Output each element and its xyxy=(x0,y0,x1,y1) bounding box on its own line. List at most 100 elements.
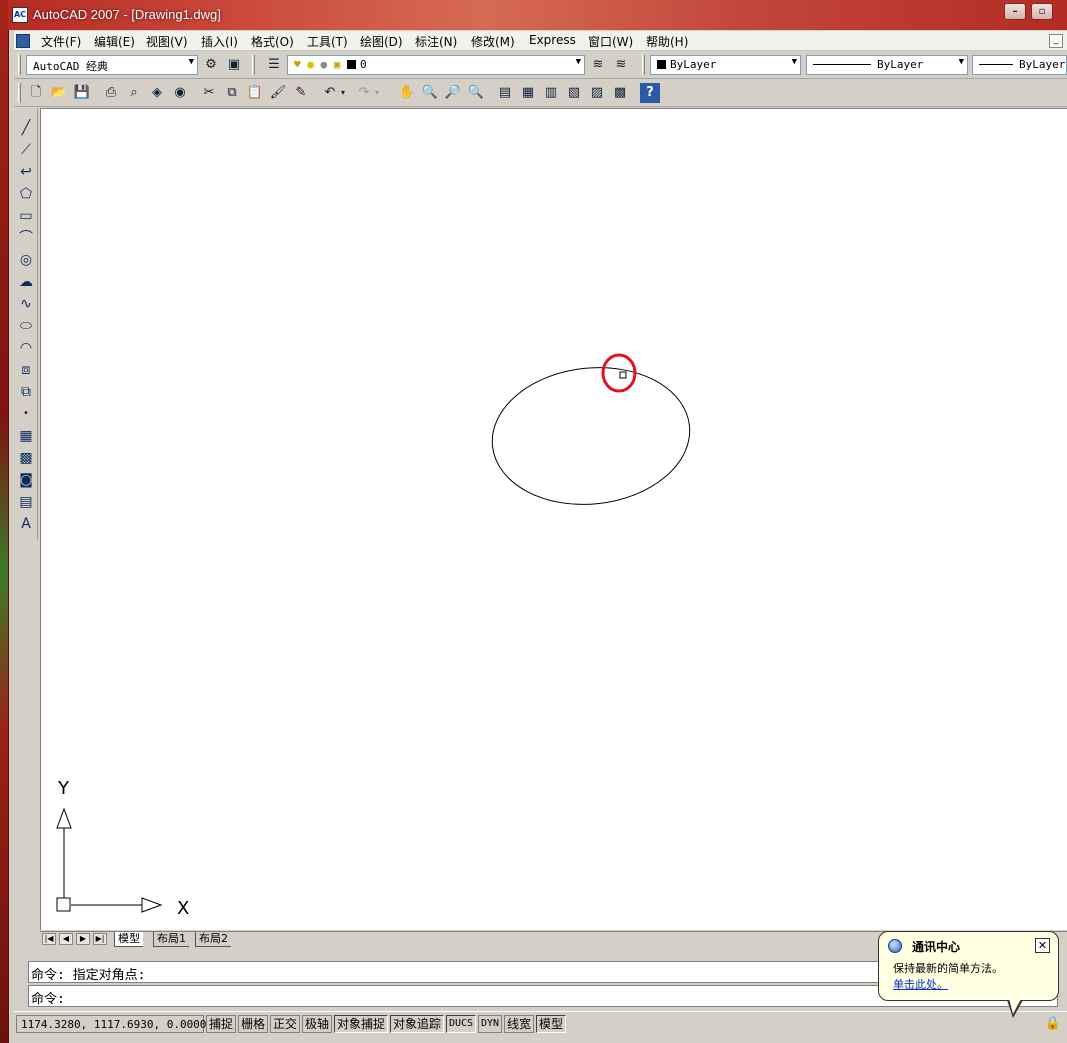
ellipse-icon[interactable]: ⬭ xyxy=(16,316,36,336)
grip-point[interactable] xyxy=(619,371,627,379)
construction-line-icon[interactable]: ⟋ xyxy=(16,140,36,160)
restore-button[interactable]: ▫ xyxy=(1031,3,1053,20)
polyline-icon[interactable]: ↩ xyxy=(16,162,36,182)
color-dropdown[interactable]: ByLayer ▼ xyxy=(650,55,801,75)
tab-model[interactable]: 模型 xyxy=(114,932,143,947)
mdi-minimize-button[interactable]: _ xyxy=(1049,34,1063,48)
lineweight-dropdown[interactable]: ByLayer xyxy=(972,55,1067,75)
ellipse-object[interactable] xyxy=(485,358,696,514)
coordinate-display[interactable]: 1174.3280, 1117.6930, 0.0000 xyxy=(16,1015,206,1033)
workspace-dropdown[interactable]: AutoCAD 经典 ▼ xyxy=(26,55,198,75)
tool-palettes-icon[interactable]: ▥ xyxy=(541,83,561,103)
zoom-realtime-icon[interactable]: 🔍 xyxy=(420,83,440,103)
open-folder-icon[interactable]: 📂 xyxy=(49,83,69,103)
zoom-window-icon[interactable]: 🔎 xyxy=(443,83,463,103)
menu-edit[interactable]: 编辑(E) xyxy=(94,33,135,50)
revision-cloud-icon[interactable]: ☁ xyxy=(16,272,36,292)
point-icon[interactable]: • xyxy=(16,404,36,424)
new-file-icon[interactable]: 🗋 xyxy=(26,83,46,103)
save-icon[interactable]: 💾 xyxy=(72,83,92,103)
menu-express[interactable]: Express xyxy=(529,33,576,47)
polar-toggle[interactable]: 极轴 xyxy=(302,1015,332,1033)
toolbar-grip[interactable] xyxy=(18,83,21,103)
zoom-previous-icon[interactable]: 🔍 xyxy=(466,83,486,103)
region-icon[interactable]: ◙ xyxy=(16,470,36,490)
model-toggle[interactable]: 模型 xyxy=(536,1015,566,1033)
layer-manager-icon[interactable]: ☰ xyxy=(264,55,284,75)
markup-set-manager-icon[interactable]: ▨ xyxy=(587,83,607,103)
help-icon[interactable]: ? xyxy=(640,83,660,103)
balloon-link[interactable]: 单击此处。 xyxy=(893,976,948,992)
make-block-icon[interactable]: ⧉ xyxy=(16,382,36,402)
quickcalc-icon[interactable]: ▩ xyxy=(610,83,630,103)
lineweight-toggle[interactable]: 线宽 xyxy=(504,1015,534,1033)
insert-block-icon[interactable]: ⧈ xyxy=(16,360,36,380)
publish-icon[interactable]: ◈ xyxy=(147,83,167,103)
polygon-icon[interactable]: ⬠ xyxy=(16,184,36,204)
toolbar-grip[interactable] xyxy=(18,55,21,75)
grid-toggle[interactable]: 栅格 xyxy=(238,1015,268,1033)
drawing-canvas[interactable]: Y X xyxy=(40,108,1067,930)
ellipse-arc-icon[interactable]: ◠ xyxy=(16,338,36,358)
circle-icon[interactable]: ◎ xyxy=(16,250,36,270)
arc-icon[interactable]: ⌒ xyxy=(16,228,36,248)
menu-draw[interactable]: 绘图(D) xyxy=(360,33,403,50)
balloon-close-button[interactable]: ✕ xyxy=(1035,938,1050,953)
ducs-toggle[interactable]: DUCS xyxy=(446,1015,476,1033)
menu-help[interactable]: 帮助(H) xyxy=(646,33,688,50)
table-icon[interactable]: ▤ xyxy=(16,492,36,512)
paste-icon[interactable]: 📋 xyxy=(245,83,265,103)
line-tool-icon[interactable]: ╱ xyxy=(16,118,36,138)
undo-icon[interactable]: ↶ xyxy=(320,83,340,103)
last-tab-button[interactable]: ▶| xyxy=(93,933,107,945)
next-tab-button[interactable]: ▶ xyxy=(76,933,90,945)
spline-icon[interactable]: ∿ xyxy=(16,294,36,314)
copy-icon[interactable]: ⧉ xyxy=(222,83,242,103)
autocad-app-icon[interactable]: AC xyxy=(12,7,28,23)
menu-view[interactable]: 视图(V) xyxy=(146,33,188,50)
previous-tab-button[interactable]: ◀ xyxy=(59,933,73,945)
multiline-text-icon[interactable]: A xyxy=(16,514,36,534)
undo-dropdown-icon[interactable]: ▾ xyxy=(338,83,348,103)
snap-toggle[interactable]: 捕捉 xyxy=(206,1015,236,1033)
communication-center-balloon[interactable]: 通讯中心 ✕ 保持最新的简单方法。 单击此处。 xyxy=(878,931,1059,1018)
match-properties-icon[interactable]: 🖌 xyxy=(268,83,288,103)
menu-insert[interactable]: 插入(I) xyxy=(201,33,238,50)
plot-icon[interactable]: ⎙ xyxy=(101,83,121,103)
first-tab-button[interactable]: |◀ xyxy=(42,933,56,945)
menu-format[interactable]: 格式(O) xyxy=(251,33,294,50)
layer-dropdown[interactable]: ♥ ● ● ▣ 0 ▼ xyxy=(287,55,585,75)
hatch-icon[interactable]: ▦ xyxy=(16,426,36,446)
menu-dimension[interactable]: 标注(N) xyxy=(415,33,457,50)
linetype-dropdown[interactable]: ByLayer ▼ xyxy=(806,55,968,75)
make-object-layer-current-icon[interactable]: ≋ xyxy=(588,55,608,75)
menu-modify[interactable]: 修改(M) xyxy=(471,33,515,50)
minimize-button[interactable]: – xyxy=(1004,3,1026,20)
properties-icon[interactable]: ▤ xyxy=(495,83,515,103)
otrack-toggle[interactable]: 对象追踪 xyxy=(390,1015,444,1033)
cut-icon[interactable]: ✂ xyxy=(199,83,219,103)
drawing-document-icon[interactable] xyxy=(16,34,30,48)
osnap-toggle[interactable]: 对象捕捉 xyxy=(334,1015,388,1033)
layer-previous-icon[interactable]: ≋ xyxy=(611,55,631,75)
menu-file[interactable]: 文件(F) xyxy=(41,33,81,50)
design-center-icon[interactable]: ▦ xyxy=(518,83,538,103)
block-editor-icon[interactable]: ✎ xyxy=(291,83,311,103)
redo-dropdown-icon[interactable]: ▾ xyxy=(372,83,382,103)
menu-tools[interactable]: 工具(T) xyxy=(307,33,348,50)
tab-layout1[interactable]: 布局1 xyxy=(153,932,189,947)
sheet-set-manager-icon[interactable]: ▧ xyxy=(564,83,584,103)
toolbar-grip[interactable] xyxy=(252,55,255,75)
ortho-toggle[interactable]: 正交 xyxy=(270,1015,300,1033)
lock-icon[interactable]: 🔒 xyxy=(1045,1016,1061,1031)
tab-layout2[interactable]: 布局2 xyxy=(195,932,231,947)
title-bar[interactable]: AC AutoCAD 2007 - [Drawing1.dwg] – ▫ xyxy=(8,0,1067,30)
rectangle-icon[interactable]: ▭ xyxy=(16,206,36,226)
redo-icon[interactable]: ↷ xyxy=(354,83,374,103)
pan-realtime-icon[interactable]: ✋ xyxy=(397,83,417,103)
plot-preview-icon[interactable]: ⌕ xyxy=(124,83,144,103)
toolbar-grip[interactable] xyxy=(642,55,645,75)
dyn-toggle[interactable]: DYN xyxy=(478,1015,502,1033)
gradient-icon[interactable]: ▩ xyxy=(16,448,36,468)
menu-window[interactable]: 窗口(W) xyxy=(588,33,633,50)
